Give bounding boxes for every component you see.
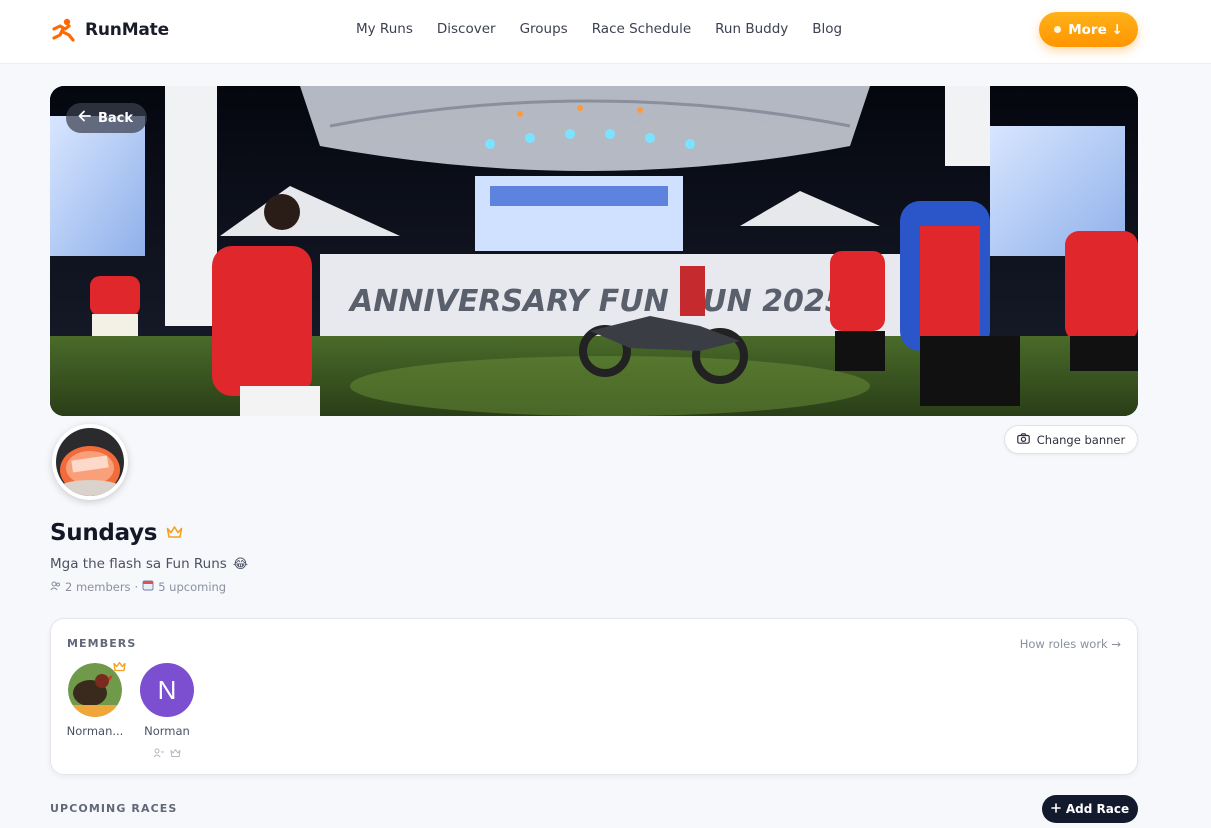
group-avatar[interactable]	[52, 424, 128, 500]
meta-separator: ·	[134, 579, 139, 594]
dot-icon	[1054, 26, 1062, 33]
camera-icon	[1016, 432, 1030, 447]
back-button[interactable]: Back	[66, 103, 148, 133]
members-icon	[50, 580, 61, 594]
plus-icon	[1051, 802, 1061, 816]
add-race-label: Add Race	[1065, 802, 1130, 816]
nav-race-schedule[interactable]: Race Schedule	[592, 21, 691, 37]
upcoming-races-heading: UPCOMING RACES	[50, 802, 178, 815]
change-banner-button[interactable]: Change banner	[1004, 425, 1138, 454]
member-item[interactable]: N Norman	[135, 663, 199, 762]
back-label: Back	[98, 110, 134, 126]
calendar-icon	[142, 579, 154, 594]
top-navigation-bar: RunMate My Runs Discover Groups Race Sch…	[0, 0, 1211, 64]
group-description: Mga the flash sa Fun Runs 😂	[50, 556, 248, 572]
owner-crown-icon	[113, 657, 126, 676]
upcoming-count: 5 upcoming	[158, 579, 227, 594]
add-race-button[interactable]: Add Race	[1042, 795, 1138, 823]
group-title-row: Sundays	[50, 520, 183, 546]
arrow-left-icon	[78, 110, 91, 126]
runner-logo-icon	[50, 17, 76, 43]
member-avatar: N	[140, 663, 194, 717]
laughing-emoji: 😂	[232, 556, 249, 572]
group-name: Sundays	[50, 520, 158, 546]
stage-backdrop-text: ANNIVERSARY FUN RUN 2025	[348, 284, 846, 319]
main-nav: My Runs Discover Groups Race Schedule Ru…	[356, 21, 866, 37]
member-actions	[135, 743, 199, 762]
change-banner-label: Change banner	[1036, 432, 1126, 447]
group-meta: 2 members · 5 upcoming	[50, 579, 226, 594]
group-description-text: Mga the flash sa Fun Runs	[50, 556, 227, 572]
brand-name: RunMate	[85, 20, 169, 40]
members-card: MEMBERS How roles work → Norman... N Nor…	[50, 618, 1138, 775]
remove-member-icon[interactable]	[153, 743, 164, 762]
how-roles-work-link[interactable]: How roles work →	[1020, 637, 1121, 651]
brand-logo[interactable]: RunMate	[50, 17, 169, 43]
more-menu-button[interactable]: More ↓	[1039, 12, 1138, 47]
nav-run-buddy[interactable]: Run Buddy	[715, 21, 788, 37]
member-avatar-letter: N	[157, 674, 177, 705]
crown-icon	[166, 524, 183, 543]
nav-discover[interactable]: Discover	[437, 21, 496, 37]
member-avatar	[68, 661, 126, 717]
member-name: Norman...	[66, 724, 124, 738]
more-label: More ↓	[1068, 21, 1123, 38]
member-name: Norman	[144, 724, 190, 738]
make-owner-crown-icon[interactable]	[170, 743, 181, 762]
nav-my-runs[interactable]: My Runs	[356, 21, 413, 37]
group-banner-image: ANNIVERSARY FUN RUN 2025	[50, 86, 1138, 416]
nav-groups[interactable]: Groups	[520, 21, 568, 37]
members-heading: MEMBERS	[67, 637, 137, 650]
nav-blog[interactable]: Blog	[812, 21, 842, 37]
members-count: 2 members	[65, 579, 131, 594]
member-item[interactable]: Norman...	[63, 661, 127, 738]
